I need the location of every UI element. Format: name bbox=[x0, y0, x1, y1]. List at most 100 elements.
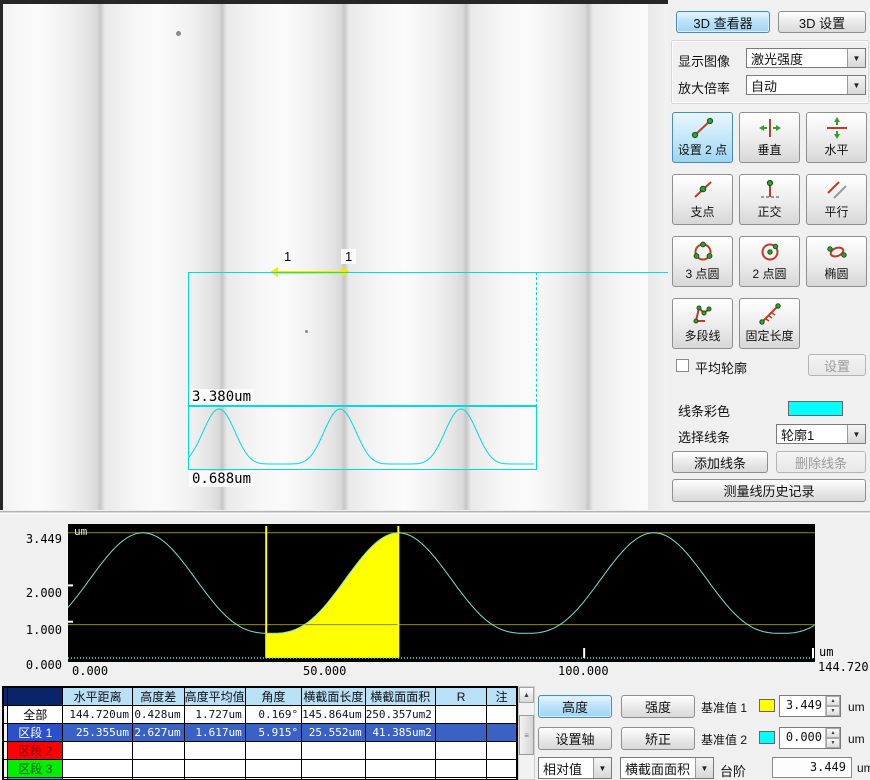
table-cell bbox=[365, 742, 435, 760]
cross-section-select[interactable]: 横截面面积 ▼ bbox=[620, 757, 714, 779]
tool-parallel[interactable]: 平行 bbox=[806, 174, 867, 225]
profile-chart-plot[interactable] bbox=[68, 524, 815, 662]
profile-max-label: 3.380um bbox=[189, 389, 254, 405]
table-cell bbox=[63, 742, 133, 760]
table-cell bbox=[487, 724, 517, 742]
table-row[interactable]: 全部144.720um0.428um1.727um0.169°145.864um… bbox=[4, 706, 517, 724]
two-point-circle-icon bbox=[757, 238, 783, 266]
table-header-5: 角度 bbox=[245, 688, 301, 706]
laser-image-viewport[interactable]: 1 1 3.380um 0.688um bbox=[0, 0, 668, 510]
table-cell: 41.385um2 bbox=[365, 724, 435, 742]
y-axis-unit-label: um bbox=[74, 526, 87, 537]
set-axis-button[interactable]: 设置轴 bbox=[538, 727, 612, 750]
table-row[interactable]: 区段 2 bbox=[4, 742, 517, 760]
orthogonal-line-icon bbox=[757, 176, 783, 204]
y-tick-1000: 1.000 bbox=[18, 624, 62, 637]
row-label[interactable]: 区段 3 bbox=[8, 760, 63, 778]
table-cell: 250.357um2 bbox=[365, 706, 435, 724]
chevron-down-icon: ▼ bbox=[847, 49, 865, 67]
display-image-select[interactable]: 激光强度 ▼ bbox=[746, 48, 866, 68]
row-label[interactable]: 全部 bbox=[8, 706, 63, 724]
scroll-up-icon[interactable]: ▲ bbox=[519, 687, 534, 703]
tool-pivot[interactable]: 支点 bbox=[672, 174, 733, 225]
table-cell bbox=[245, 742, 301, 760]
tool-vertical[interactable]: 垂直 bbox=[739, 112, 800, 163]
table-cell bbox=[435, 724, 486, 742]
profile-chart-canvas bbox=[68, 524, 815, 662]
average-profile-label: 平均轮廓 bbox=[695, 358, 747, 377]
table-cell: 144.720um bbox=[63, 706, 133, 724]
line-color-swatch[interactable] bbox=[788, 401, 843, 416]
table-cell bbox=[184, 742, 245, 760]
average-profile-checkbox[interactable] bbox=[676, 359, 689, 372]
select-line-select[interactable]: 轮廓1 ▼ bbox=[776, 424, 866, 444]
table-header-7: 横截面面积 bbox=[365, 688, 435, 706]
table-row[interactable]: 区段 125.355um2.627um1.617um5.915°25.552um… bbox=[4, 724, 517, 742]
ref2-color-swatch[interactable] bbox=[759, 731, 775, 744]
table-cell: 1.727um bbox=[184, 706, 245, 724]
vertical-line-icon bbox=[757, 114, 783, 142]
measure-region-rect[interactable] bbox=[188, 272, 537, 407]
tool-orthogonal[interactable]: 正交 bbox=[739, 174, 800, 225]
delete-line-button[interactable]: 删除线条 bbox=[776, 451, 866, 473]
x-tick-0: 0.000 bbox=[72, 665, 108, 678]
table-cell bbox=[132, 742, 184, 760]
table-cell bbox=[435, 706, 486, 724]
table-cell: 0.428um bbox=[132, 706, 184, 724]
ref2-label: 基准值 2 bbox=[701, 731, 747, 748]
measurement-table-wrap[interactable]: 水平距离高度差高度平均值角度横截面长度横截面面积R注全部144.720um0.4… bbox=[2, 686, 518, 780]
tool-set-2-points[interactable]: 设置 2 点 bbox=[672, 112, 733, 163]
table-cell bbox=[487, 760, 517, 778]
tool-fixed-length[interactable]: 固定长度 bbox=[739, 298, 800, 349]
profile-settings-button[interactable]: 设置 bbox=[808, 354, 866, 376]
step-unit: um bbox=[857, 761, 870, 775]
table-cell bbox=[245, 760, 301, 778]
three-point-circle-icon bbox=[690, 238, 716, 266]
tool-polyline[interactable]: 多段线 bbox=[672, 298, 733, 349]
table-header-8: R bbox=[435, 688, 486, 706]
table-header-4: 高度平均值 bbox=[184, 688, 245, 706]
tool-ellipse[interactable]: 椭圆 bbox=[806, 236, 867, 287]
table-row[interactable]: 区段 3 bbox=[4, 760, 517, 778]
two-point-line-icon bbox=[690, 114, 716, 142]
table-cell: 2.627um bbox=[132, 724, 184, 742]
table-cell bbox=[487, 706, 517, 724]
correction-button[interactable]: 矫正 bbox=[621, 727, 695, 750]
ref1-spinner[interactable]: 3.449 ▲▼ bbox=[779, 695, 841, 717]
3d-viewer-button[interactable]: 3D 查看器 bbox=[676, 11, 770, 33]
spin-up-icon[interactable]: ▲ bbox=[826, 728, 840, 738]
row-label[interactable]: 区段 2 bbox=[8, 742, 63, 760]
measurement-table: 水平距离高度差高度平均值角度横截面长度横截面面积R注全部144.720um0.4… bbox=[3, 687, 517, 780]
magnification-select[interactable]: 自动 ▼ bbox=[746, 75, 866, 95]
spin-up-icon[interactable]: ▲ bbox=[826, 696, 840, 706]
table-cell bbox=[302, 760, 366, 778]
x-tick-max: 144.720 bbox=[818, 661, 869, 674]
chevron-down-icon: ▼ bbox=[593, 758, 611, 778]
tool-horizontal[interactable]: 水平 bbox=[806, 112, 867, 163]
table-header-1 bbox=[8, 688, 63, 706]
spin-down-icon[interactable]: ▼ bbox=[826, 738, 840, 748]
spin-down-icon[interactable]: ▼ bbox=[826, 706, 840, 716]
table-cell: 145.864um bbox=[302, 706, 366, 724]
intensity-button[interactable]: 强度 bbox=[621, 695, 695, 718]
scrollbar-thumb[interactable]: ≡ bbox=[519, 715, 534, 755]
tool-3-point-circle[interactable]: 3 点圆 bbox=[672, 236, 733, 287]
measure-line-history-button[interactable]: 测量线历史记录 bbox=[672, 479, 866, 502]
line-color-label: 线条彩色 bbox=[678, 401, 730, 420]
ref1-color-swatch[interactable] bbox=[759, 699, 775, 712]
row-label[interactable]: 区段 1 bbox=[8, 724, 63, 742]
polyline-icon bbox=[690, 300, 716, 328]
add-line-button[interactable]: 添加线条 bbox=[672, 451, 768, 473]
height-button[interactable]: 高度 bbox=[538, 695, 612, 718]
x-tick-50: 50.000 bbox=[303, 665, 346, 678]
table-cell bbox=[302, 742, 366, 760]
segment-marker-left: 1 bbox=[280, 249, 295, 264]
ref2-spinner[interactable]: 0.000 ▲▼ bbox=[779, 727, 841, 749]
table-cell bbox=[132, 760, 184, 778]
table-cell bbox=[435, 742, 486, 760]
table-scrollbar[interactable]: ▲ ≡ bbox=[518, 686, 535, 780]
table-cell bbox=[487, 742, 517, 760]
relative-value-select[interactable]: 相对值 ▼ bbox=[538, 757, 612, 779]
tool-2-point-circle[interactable]: 2 点圆 bbox=[739, 236, 800, 287]
3d-settings-button[interactable]: 3D 设置 bbox=[778, 11, 866, 33]
